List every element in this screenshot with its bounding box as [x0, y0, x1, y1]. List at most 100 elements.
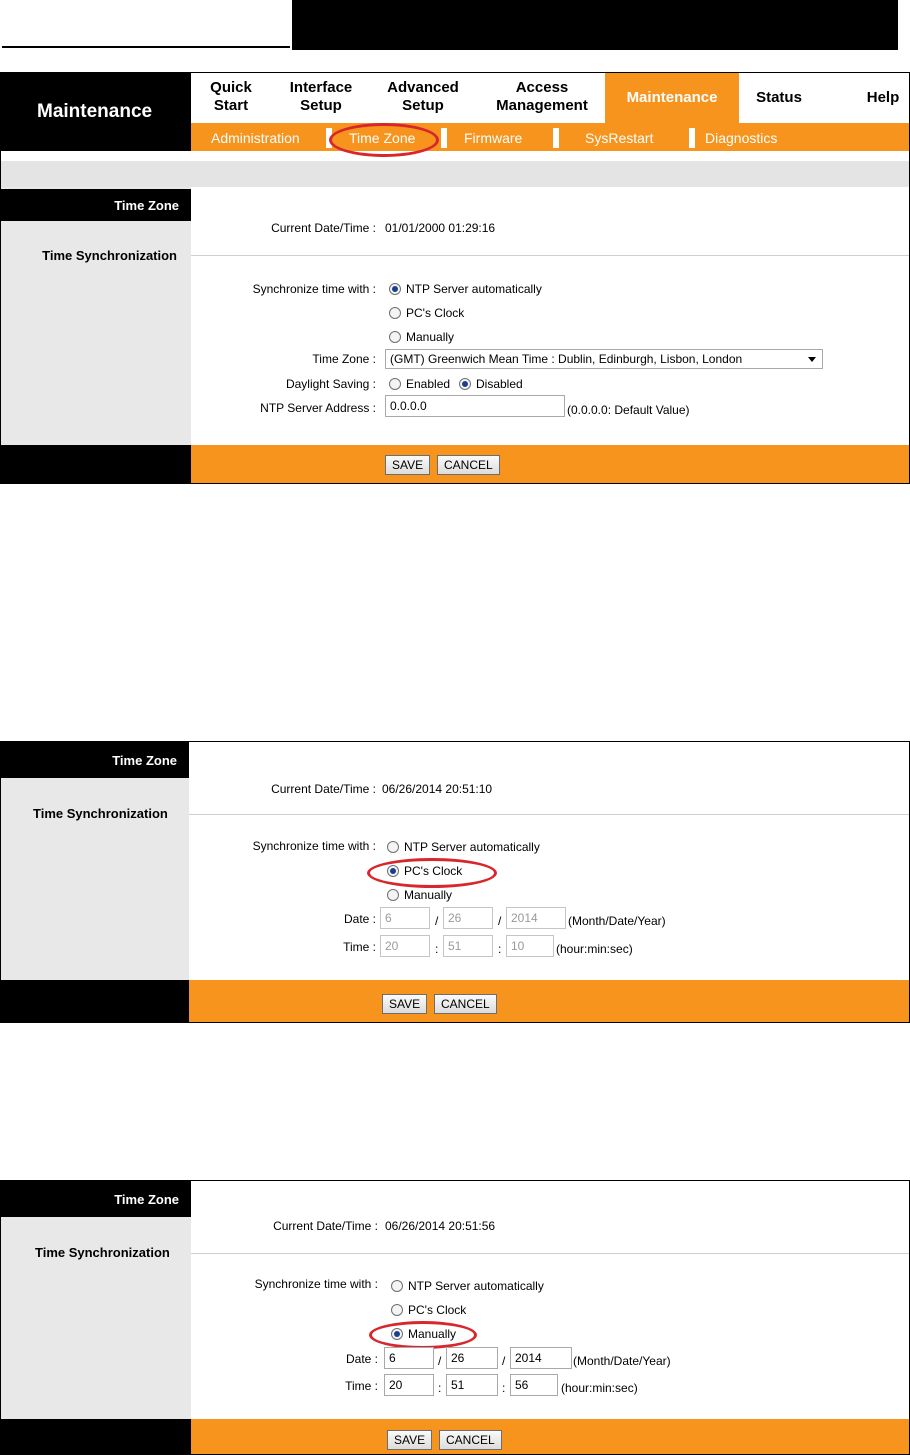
date-separator: /: [502, 1354, 506, 1368]
time-zone-heading: Time Zone: [114, 198, 179, 213]
radio-manually[interactable]: Manually: [387, 888, 452, 902]
time-sec-input[interactable]: 10: [506, 935, 554, 957]
save-button[interactable]: SAVE: [387, 1430, 433, 1450]
cancel-button[interactable]: CANCEL: [439, 1430, 502, 1450]
save-button[interactable]: SAVE: [382, 994, 428, 1014]
time-hour-input[interactable]: 20: [380, 935, 430, 957]
radio-manually[interactable]: Manually: [389, 330, 454, 344]
time-separator: :: [438, 1381, 442, 1395]
date-label: Date :: [343, 912, 376, 926]
date-day-input[interactable]: 26: [443, 907, 493, 929]
time-zone-label: Time Zone :: [312, 352, 376, 366]
time-min-input[interactable]: 51: [443, 935, 493, 957]
date-hint: (Month/Date/Year): [568, 914, 666, 928]
date-month-input[interactable]: 6: [380, 907, 430, 929]
header-bar: [292, 0, 898, 50]
current-datetime-value: 06/26/2014 20:51:56: [385, 1219, 496, 1233]
radio-button[interactable]: [459, 378, 471, 390]
date-separator: /: [498, 914, 502, 928]
radio-button[interactable]: [389, 331, 401, 343]
time-hint: (hour:min:sec): [556, 942, 633, 956]
radio-ntp[interactable]: NTP Server automatically: [391, 1279, 544, 1293]
date-month-input[interactable]: 6: [384, 1347, 434, 1369]
date-label: Date :: [345, 1352, 378, 1366]
cancel-button[interactable]: CANCEL: [437, 455, 500, 475]
sidebar: [1, 187, 191, 483]
sync-label: Synchronize time with :: [252, 282, 376, 296]
ntp-server-input[interactable]: 0.0.0.0: [385, 395, 565, 417]
radio-button[interactable]: [387, 841, 399, 853]
subtab-separator: [441, 128, 447, 148]
current-datetime-label: Current Date/Time :: [273, 1219, 378, 1233]
current-datetime-value: 06/26/2014 20:51:10: [382, 782, 493, 796]
sub-nav: Administration Time Zone Firmware SysRes…: [191, 123, 909, 151]
highlight-circle: [367, 858, 497, 888]
tab-help[interactable]: Help: [863, 89, 903, 107]
divider: [191, 1253, 909, 1254]
divider: [191, 255, 909, 256]
button-bar: SAVE CANCEL: [1, 1419, 909, 1454]
section-header-time-zone: Time Zone: [1, 1181, 191, 1217]
radio-button[interactable]: [389, 378, 401, 390]
time-zone-heading: Time Zone: [114, 1192, 179, 1207]
tab-quick-start[interactable]: Quick Start: [205, 79, 257, 115]
date-year-input[interactable]: 2014: [510, 1347, 572, 1369]
radio-button[interactable]: [389, 307, 401, 319]
button-bar: SAVE CANCEL: [1, 980, 909, 1022]
main-nav: Quick Start Interface Setup Advanced Set…: [191, 73, 909, 123]
section-header-time-zone: Time Zone: [1, 742, 191, 778]
tab-access-management[interactable]: Access Management: [489, 79, 595, 115]
highlight-circle: [369, 1321, 477, 1349]
ntp-server-hint: (0.0.0.0: Default Value): [567, 403, 690, 417]
time-zone-heading: Time Zone: [112, 753, 177, 768]
tab-status[interactable]: Status: [749, 89, 809, 107]
radio-ntp[interactable]: NTP Server automatically: [387, 840, 540, 854]
time-separator: :: [435, 942, 439, 956]
ntp-server-label: NTP Server Address :: [260, 401, 376, 415]
time-separator: :: [498, 942, 502, 956]
sync-label: Synchronize time with :: [254, 1277, 378, 1291]
button-bar: SAVE CANCEL: [1, 445, 909, 483]
radio-dst-disabled[interactable]: Disabled: [459, 377, 523, 391]
time-sync-heading: Time Synchronization: [35, 1245, 170, 1260]
cancel-button[interactable]: CANCEL: [434, 994, 497, 1014]
time-sec-input[interactable]: 56: [510, 1374, 558, 1396]
date-day-input[interactable]: 26: [446, 1347, 498, 1369]
subtab-diagnostics[interactable]: Diagnostics: [705, 130, 777, 146]
date-hint: (Month/Date/Year): [573, 1354, 671, 1368]
current-datetime-value: 01/01/2000 01:29:16: [385, 221, 496, 235]
date-year-input[interactable]: 2014: [506, 907, 566, 929]
time-sync-heading: Time Synchronization: [33, 806, 168, 821]
tab-advanced-setup[interactable]: Advanced Setup: [381, 79, 465, 115]
sync-label: Synchronize time with :: [252, 839, 376, 853]
radio-button[interactable]: [387, 889, 399, 901]
highlight-circle: [329, 123, 439, 157]
time-label: Time :: [343, 940, 376, 954]
header-rule: [2, 46, 290, 48]
radio-pc-clock[interactable]: PC's Clock: [389, 306, 464, 320]
panel-manually: Time Zone Time Synchronization Current D…: [0, 1180, 910, 1455]
radio-pc-clock[interactable]: PC's Clock: [391, 1303, 466, 1317]
subtab-sysrestart[interactable]: SysRestart: [585, 130, 653, 146]
time-separator: :: [502, 1381, 506, 1395]
sidebar: [1, 1181, 191, 1454]
subtab-firmware[interactable]: Firmware: [464, 130, 522, 146]
subtab-administration[interactable]: Administration: [211, 130, 300, 146]
time-zone-select[interactable]: (GMT) Greenwich Mean Time : Dublin, Edin…: [385, 349, 823, 369]
save-button[interactable]: SAVE: [385, 455, 431, 475]
time-min-input[interactable]: 51: [446, 1374, 498, 1396]
tab-maintenance[interactable]: Maintenance: [605, 73, 739, 123]
time-hour-input[interactable]: 20: [384, 1374, 434, 1396]
footer-sidebar: [1, 980, 189, 1022]
radio-button[interactable]: [391, 1280, 403, 1292]
radio-dst-enabled[interactable]: Enabled: [389, 377, 450, 391]
subtab-separator: [553, 128, 559, 148]
panel-pc-clock: Time Zone Time Synchronization Current D…: [0, 741, 910, 1023]
panel-ntp: Maintenance Quick Start Interface Setup …: [0, 72, 910, 484]
section-header-time-zone: Time Zone: [1, 189, 191, 221]
radio-button[interactable]: [391, 1304, 403, 1316]
tab-interface-setup[interactable]: Interface Setup: [283, 79, 359, 115]
divider: [189, 814, 909, 815]
radio-button[interactable]: [389, 283, 401, 295]
radio-ntp[interactable]: NTP Server automatically: [389, 282, 542, 296]
